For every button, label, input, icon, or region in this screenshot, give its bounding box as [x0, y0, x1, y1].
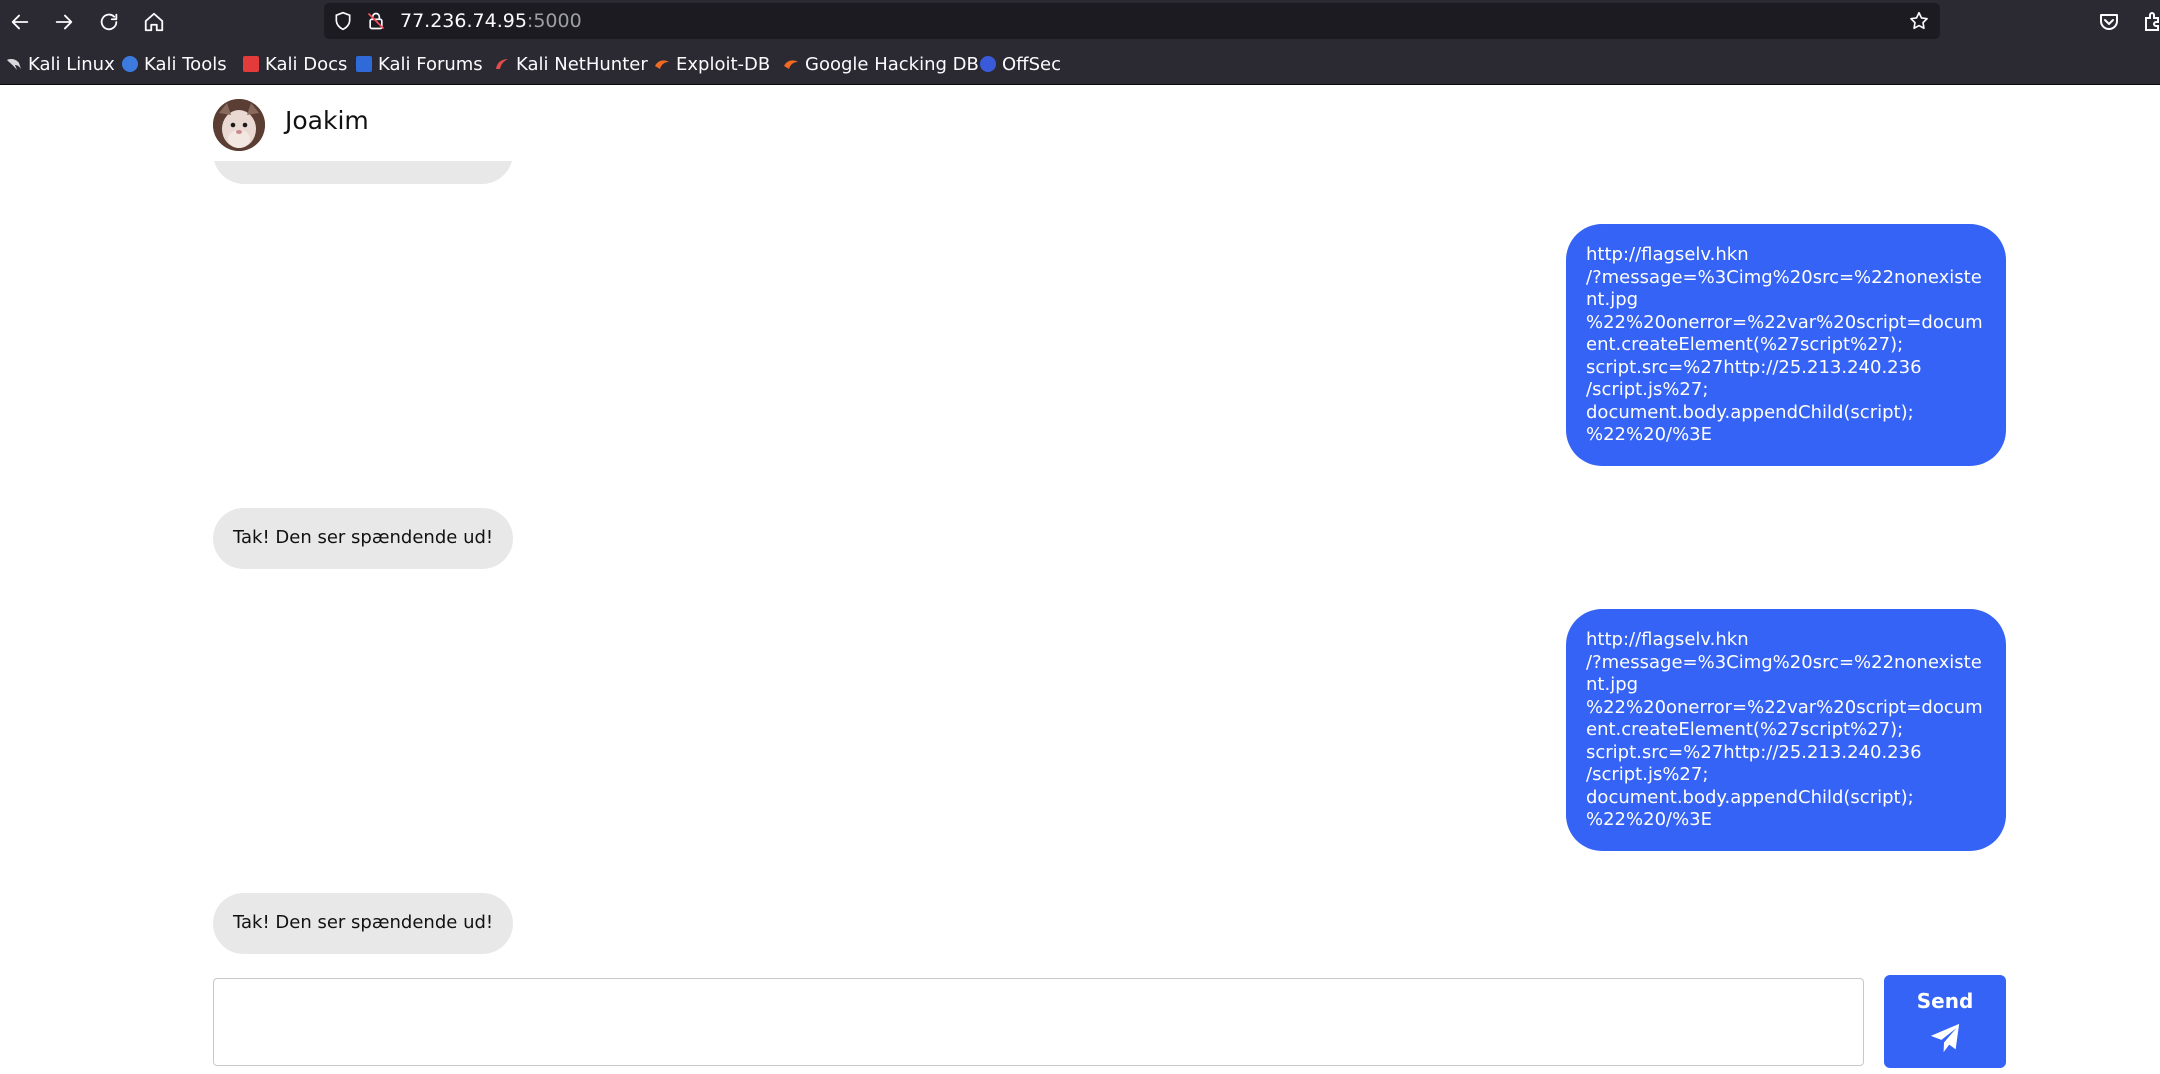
address-bar[interactable]: 77.236.74.95:5000 [324, 3, 1940, 39]
arrow-left-icon [11, 14, 29, 30]
contact-name: Joakim [285, 106, 369, 135]
bookmark-label: Kali Tools [144, 53, 227, 75]
insecure-lock-icon[interactable] [366, 11, 386, 31]
bookmark-label: Exploit-DB [676, 53, 771, 75]
bookmark-google-hacking-db[interactable]: Google Hacking DB [783, 53, 979, 75]
avatar-image [213, 99, 265, 151]
extensions-icon[interactable] [2142, 10, 2160, 34]
offsec-icon [980, 56, 996, 72]
back-button[interactable] [4, 6, 36, 38]
chat-header: Joakim [0, 85, 2160, 161]
bookmark-kali-nethunter[interactable]: Kali NetHunter [494, 53, 648, 75]
contact-avatar[interactable] [213, 99, 265, 151]
bookmark-label: Kali Forums [378, 53, 483, 75]
shield-icon[interactable] [333, 11, 353, 31]
message-bubble-outgoing: http://flagselv.hkn /?message=%3Cimg%20s… [1566, 609, 2006, 851]
bookmark-exploit-db[interactable]: Exploit-DB [654, 53, 770, 75]
home-button[interactable] [138, 6, 170, 38]
url-port: :5000 [526, 10, 582, 32]
bookmarks-bar: Kali Linux Kali Tools Kali Docs Kali For… [0, 44, 2160, 85]
forward-button[interactable] [48, 6, 80, 38]
send-button[interactable]: Send [1884, 975, 2006, 1068]
kali-dragon-icon [6, 56, 22, 72]
kali-forums-icon [356, 56, 372, 72]
ghdb-icon [783, 56, 799, 72]
message-input-box[interactable] [213, 978, 1864, 1066]
bookmark-kali-linux[interactable]: Kali Linux [6, 53, 115, 75]
bookmark-star-icon[interactable] [1908, 10, 1930, 32]
bookmark-kali-docs[interactable]: Kali Docs [243, 53, 347, 75]
kali-tools-icon [122, 56, 138, 72]
url-text[interactable]: 77.236.74.95:5000 [400, 10, 582, 32]
bookmark-label: Kali Linux [28, 53, 115, 75]
message-bubble-incoming: Tak! Den ser spændende ud! [213, 893, 514, 954]
bookmark-kali-tools[interactable]: Kali Tools [122, 53, 227, 75]
reload-button[interactable] [93, 6, 125, 38]
paper-plane-icon [1930, 1023, 1960, 1053]
home-icon [144, 12, 164, 32]
message-bubble-outgoing: http://flagselv.hkn /?message=%3Cimg%20s… [1566, 224, 2006, 466]
arrow-right-icon [55, 14, 73, 30]
nethunter-icon [494, 56, 510, 72]
kali-docs-icon [243, 56, 259, 72]
message-input[interactable] [214, 979, 1863, 1065]
bookmark-label: OffSec [1002, 53, 1061, 75]
browser-toolbar: 77.236.74.95:5000 [0, 0, 2160, 44]
bookmark-kali-forums[interactable]: Kali Forums [356, 53, 483, 75]
url-host: 77.236.74.95 [400, 10, 527, 32]
bookmark-label: Google Hacking DB [805, 53, 979, 75]
pocket-icon[interactable] [2097, 10, 2121, 34]
bookmark-label: Kali NetHunter [516, 53, 648, 75]
send-label: Send [1916, 989, 1974, 1013]
exploit-db-icon [654, 56, 670, 72]
message-bubble-incoming: Tak! Den ser spændende ud! [213, 508, 514, 569]
message-list[interactable]: http://flagselv.hkn /?message=%3Cimg%20s… [0, 85, 2160, 965]
bookmark-offsec[interactable]: OffSec [980, 53, 1061, 75]
reload-icon [100, 13, 118, 31]
bookmark-label: Kali Docs [265, 53, 348, 75]
